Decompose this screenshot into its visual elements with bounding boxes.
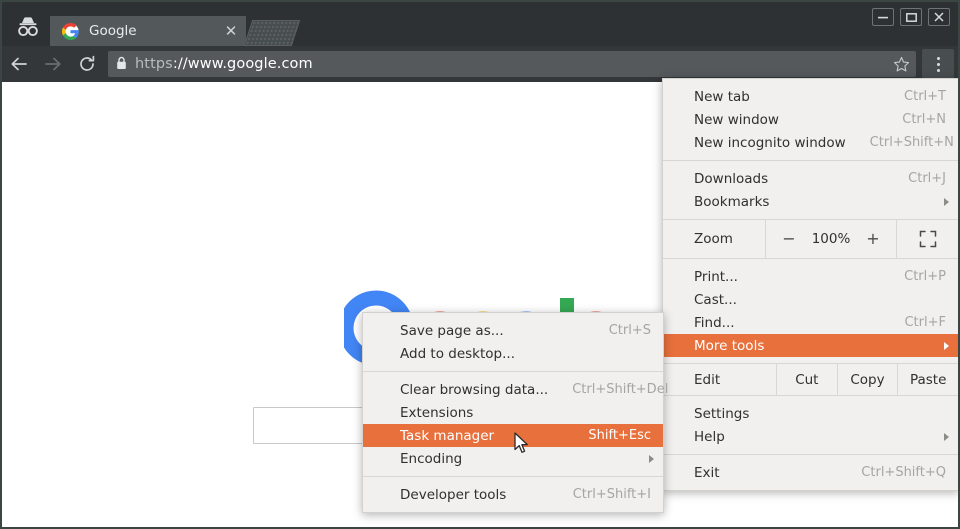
menu-item-new-window[interactable]: New window Ctrl+N (663, 108, 958, 131)
chrome-main-menu: New tab Ctrl+T New window Ctrl+N New inc… (662, 78, 959, 491)
zoom-in-button[interactable]: + (866, 231, 879, 247)
menu-separator (363, 371, 663, 372)
menu-separator (663, 160, 958, 161)
zoom-label: Zoom (663, 220, 765, 258)
chevron-right-icon (944, 198, 949, 206)
menu-separator (363, 476, 663, 477)
menu-item-accelerator: Ctrl+S (609, 323, 651, 338)
address-bar[interactable]: https://www.google.com (108, 51, 916, 77)
menu-item-label: Exit (694, 465, 837, 481)
menu-edit-row: Edit Cut Copy Paste (663, 363, 958, 396)
menu-item-label: Downloads (694, 171, 884, 187)
menu-item-accelerator: Ctrl+Shift+Q (861, 465, 946, 480)
menu-item-new-incognito-window[interactable]: New incognito window Ctrl+Shift+N (663, 131, 958, 154)
minimize-button[interactable] (872, 8, 894, 26)
menu-item-new-tab[interactable]: New tab Ctrl+T (663, 85, 958, 108)
chrome-menu-button[interactable] (922, 49, 954, 79)
menu-item-label: New window (694, 112, 878, 128)
more-tools-submenu: Save page as... Ctrl+S Add to desktop...… (362, 312, 664, 513)
browser-toolbar: https://www.google.com (2, 46, 958, 82)
zoom-level-value: 100% (812, 231, 851, 247)
menu-item-label: New tab (694, 89, 880, 105)
menu-item-label: Save page as... (400, 323, 585, 339)
menu-item-cast[interactable]: Cast... (663, 288, 958, 311)
url-scheme: https (135, 56, 173, 72)
menu-item-exit[interactable]: Exit Ctrl+Shift+Q (663, 461, 958, 484)
menu-dot (937, 63, 940, 66)
edit-paste-button[interactable]: Paste (897, 364, 958, 395)
maximize-button[interactable] (900, 8, 922, 26)
menu-item-accelerator: Ctrl+P (904, 269, 946, 284)
menu-item-label: Clear browsing data... (400, 382, 548, 398)
submenu-item-clear-browsing-data[interactable]: Clear browsing data... Ctrl+Shift+Del (363, 378, 663, 401)
reload-icon[interactable] (70, 47, 104, 81)
menu-item-accelerator: Ctrl+Shift+N (870, 135, 954, 150)
menu-item-print[interactable]: Print... Ctrl+P (663, 265, 958, 288)
menu-item-label: Encoding (400, 451, 651, 467)
menu-item-settings[interactable]: Settings (663, 402, 958, 425)
menu-dot (937, 57, 940, 60)
submenu-item-encoding[interactable]: Encoding (363, 447, 663, 470)
submenu-item-extensions[interactable]: Extensions (363, 401, 663, 424)
new-tab-button[interactable] (244, 20, 300, 46)
forward-arrow-icon (36, 47, 70, 81)
chevron-right-icon (944, 342, 949, 350)
address-bar-url: https://www.google.com (135, 56, 313, 72)
menu-item-label: Add to desktop... (400, 346, 627, 362)
submenu-item-save-page-as[interactable]: Save page as... Ctrl+S (363, 319, 663, 342)
menu-item-label: Task manager (400, 428, 564, 444)
tab-strip: Google ✕ (2, 2, 958, 46)
menu-item-label: More tools (694, 338, 946, 354)
submenu-item-developer-tools[interactable]: Developer tools Ctrl+Shift+I (363, 483, 663, 506)
window-controls (872, 8, 950, 26)
menu-item-bookmarks[interactable]: Bookmarks (663, 190, 958, 213)
menu-item-accelerator: Ctrl+N (902, 112, 946, 127)
tab-title: Google (89, 23, 220, 39)
menu-item-label: Developer tools (400, 487, 549, 503)
edit-label: Edit (663, 364, 776, 395)
menu-item-accelerator: Ctrl+Shift+Del (572, 382, 668, 397)
submenu-item-task-manager[interactable]: Task manager Shift+Esc (363, 424, 663, 447)
star-icon[interactable] (890, 53, 912, 75)
tab-close-icon[interactable]: ✕ (220, 20, 242, 42)
google-favicon-icon (62, 23, 79, 40)
menu-item-accelerator: Ctrl+T (904, 89, 946, 104)
edit-cut-button[interactable]: Cut (776, 364, 837, 395)
menu-item-downloads[interactable]: Downloads Ctrl+J (663, 167, 958, 190)
menu-item-label: Bookmarks (694, 194, 946, 210)
zoom-out-button[interactable]: − (782, 231, 795, 247)
menu-item-label: New incognito window (694, 135, 846, 151)
menu-item-more-tools[interactable]: More tools (663, 334, 958, 357)
chevron-right-icon (944, 433, 949, 441)
browser-tab[interactable]: Google ✕ (50, 16, 246, 46)
menu-item-accelerator: Ctrl+Shift+I (573, 487, 651, 502)
menu-item-label: Cast... (694, 292, 922, 308)
menu-separator (663, 454, 958, 455)
fullscreen-button[interactable] (896, 220, 958, 258)
menu-item-label: Print... (694, 269, 880, 285)
menu-item-label: Find... (694, 315, 880, 331)
submenu-item-add-to-desktop[interactable]: Add to desktop... (363, 342, 663, 365)
close-button[interactable] (928, 8, 950, 26)
chevron-right-icon (649, 455, 654, 463)
menu-item-accelerator: Ctrl+J (908, 171, 946, 186)
url-rest: ://www.google.com (173, 56, 313, 72)
edit-copy-button[interactable]: Copy (837, 364, 898, 395)
zoom-controls: − 100% + (765, 220, 896, 258)
menu-item-find[interactable]: Find... Ctrl+F (663, 311, 958, 334)
incognito-icon (10, 12, 46, 42)
menu-item-label: Help (694, 429, 946, 445)
menu-dot (937, 69, 940, 72)
lock-icon (116, 55, 127, 74)
menu-item-label: Extensions (400, 405, 627, 421)
menu-item-help[interactable]: Help (663, 425, 958, 448)
menu-item-label: Settings (694, 406, 922, 422)
menu-zoom-row: Zoom − 100% + (663, 219, 958, 259)
menu-item-accelerator: Ctrl+F (904, 315, 946, 330)
back-arrow-icon[interactable] (2, 47, 36, 81)
menu-item-accelerator: Shift+Esc (588, 428, 651, 443)
browser-window: Google ✕ (0, 0, 960, 529)
